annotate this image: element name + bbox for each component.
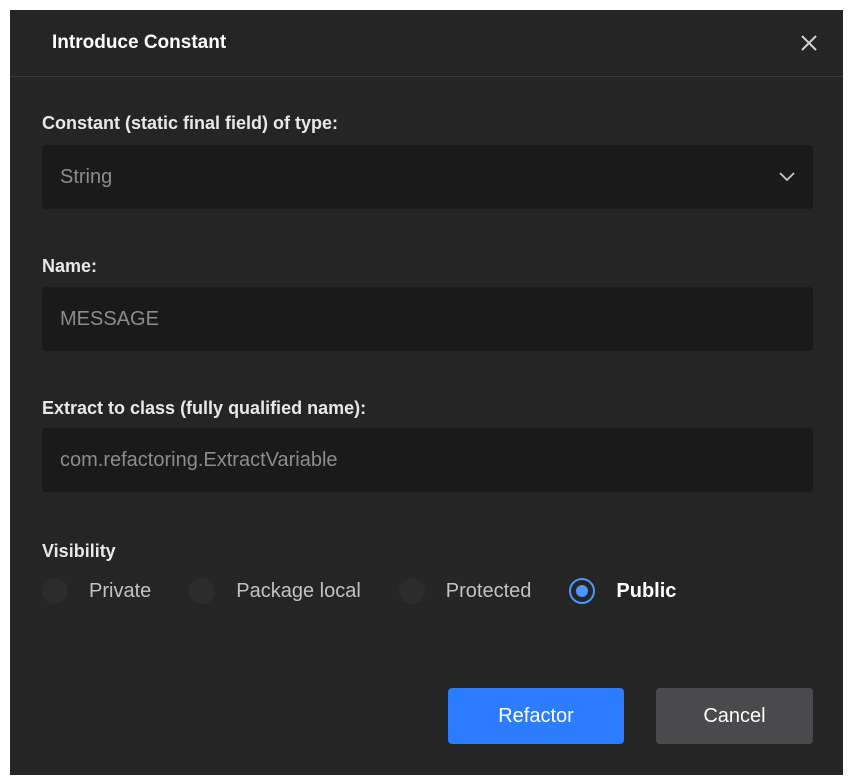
dialog-titlebar: Introduce Constant xyxy=(10,10,843,77)
close-icon xyxy=(801,35,817,51)
cancel-button[interactable]: Cancel xyxy=(656,688,813,744)
close-button[interactable] xyxy=(793,27,825,59)
refactor-button[interactable]: Refactor xyxy=(448,688,624,744)
radio-private[interactable]: Private xyxy=(42,578,151,604)
radio-protected-circle[interactable] xyxy=(398,578,425,604)
radio-package-local-label: Package local xyxy=(236,579,361,602)
type-select-value: String xyxy=(60,165,113,188)
radio-protected[interactable]: Protected xyxy=(398,578,532,604)
radio-public-label: Public xyxy=(616,579,677,602)
type-field-label: Constant (static final field) of type: xyxy=(42,113,339,133)
radio-public-circle[interactable] xyxy=(569,578,596,604)
radio-package-local-circle[interactable] xyxy=(189,578,216,604)
chevron-down-icon xyxy=(779,172,795,182)
class-field-label: Extract to class (fully qualified name): xyxy=(42,398,367,418)
visibility-radio-group: Private Package local Protected Public xyxy=(42,575,714,607)
class-input[interactable]: com.refactoring.ExtractVariable xyxy=(42,428,813,492)
radio-package-local[interactable]: Package local xyxy=(189,578,361,604)
class-input-value: com.refactoring.ExtractVariable xyxy=(60,448,338,471)
radio-protected-label: Protected xyxy=(445,579,532,602)
name-input[interactable]: MESSAGE xyxy=(42,287,813,351)
radio-private-circle[interactable] xyxy=(42,578,68,604)
radio-private-label: Private xyxy=(89,579,152,602)
radio-public[interactable]: Public xyxy=(569,578,676,604)
visibility-label: Visibility xyxy=(42,541,116,561)
dialog-title: Introduce Constant xyxy=(52,32,227,53)
type-select[interactable]: String xyxy=(42,145,813,209)
name-field-label: Name: xyxy=(42,256,98,276)
name-input-value: MESSAGE xyxy=(60,307,159,330)
